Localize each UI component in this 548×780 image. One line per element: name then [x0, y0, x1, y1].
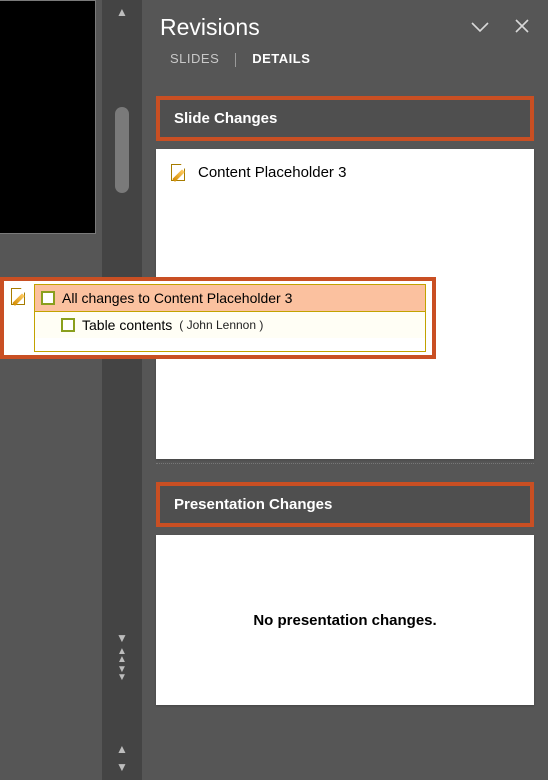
scroll-thumb[interactable] — [115, 107, 129, 193]
edit-icon — [170, 163, 188, 181]
all-changes-label: All changes to Content Placeholder 3 — [62, 290, 292, 306]
panel-header: Revisions — [142, 0, 548, 45]
editor-left-area — [0, 0, 102, 780]
change-item[interactable]: Content Placeholder 3 — [156, 149, 534, 181]
scroll-region: ▲ ▼ ▲▲ ▼▼ ▲ ▼ — [102, 0, 142, 780]
notes-scrollbar[interactable]: ▲ ▼ — [112, 740, 132, 776]
section-divider — [156, 463, 534, 464]
popup-body: All changes to Content Placeholder 3 Tab… — [34, 284, 426, 352]
changes-popup: All changes to Content Placeholder 3 Tab… — [0, 277, 436, 359]
author-label: ( John Lennon ) — [179, 318, 263, 332]
change-item-label: Content Placeholder 3 — [198, 164, 346, 181]
notes-scroll-down-icon[interactable]: ▼ — [112, 758, 132, 776]
next-slide-button[interactable]: ▼▼ — [112, 665, 132, 683]
no-changes-message: No presentation changes. — [253, 612, 436, 629]
checkbox[interactable] — [61, 318, 75, 332]
scroll-down-icon[interactable]: ▼ — [112, 629, 132, 647]
tab-bar: SLIDES DETAILS — [142, 45, 548, 74]
checkbox[interactable] — [41, 291, 55, 305]
presentation-changes-label: Presentation Changes — [174, 496, 332, 513]
presentation-changes-panel: No presentation changes. — [156, 535, 534, 705]
popup-gutter — [4, 281, 34, 355]
table-contents-label: Table contents — [82, 317, 172, 333]
tab-separator — [235, 53, 236, 67]
tab-slides[interactable]: SLIDES — [170, 51, 219, 74]
revisions-panel: Revisions SLIDES DETAILS Slide Changes C… — [142, 0, 548, 780]
slide-changes-header: Slide Changes — [156, 96, 534, 141]
all-changes-row[interactable]: All changes to Content Placeholder 3 — [35, 285, 425, 312]
notes-scroll-up-icon[interactable]: ▲ — [112, 740, 132, 758]
table-contents-row[interactable]: Table contents ( John Lennon ) — [35, 312, 425, 338]
scroll-up-icon[interactable]: ▲ — [112, 3, 132, 21]
presentation-changes-header: Presentation Changes — [156, 482, 534, 527]
tab-details[interactable]: DETAILS — [252, 51, 310, 74]
slide-canvas[interactable] — [0, 0, 96, 234]
slide-changes-label: Slide Changes — [174, 110, 277, 127]
close-icon[interactable] — [514, 18, 530, 39]
prev-slide-button[interactable]: ▲▲ — [112, 647, 132, 665]
edit-icon — [10, 287, 28, 305]
collapse-icon[interactable] — [470, 20, 490, 36]
